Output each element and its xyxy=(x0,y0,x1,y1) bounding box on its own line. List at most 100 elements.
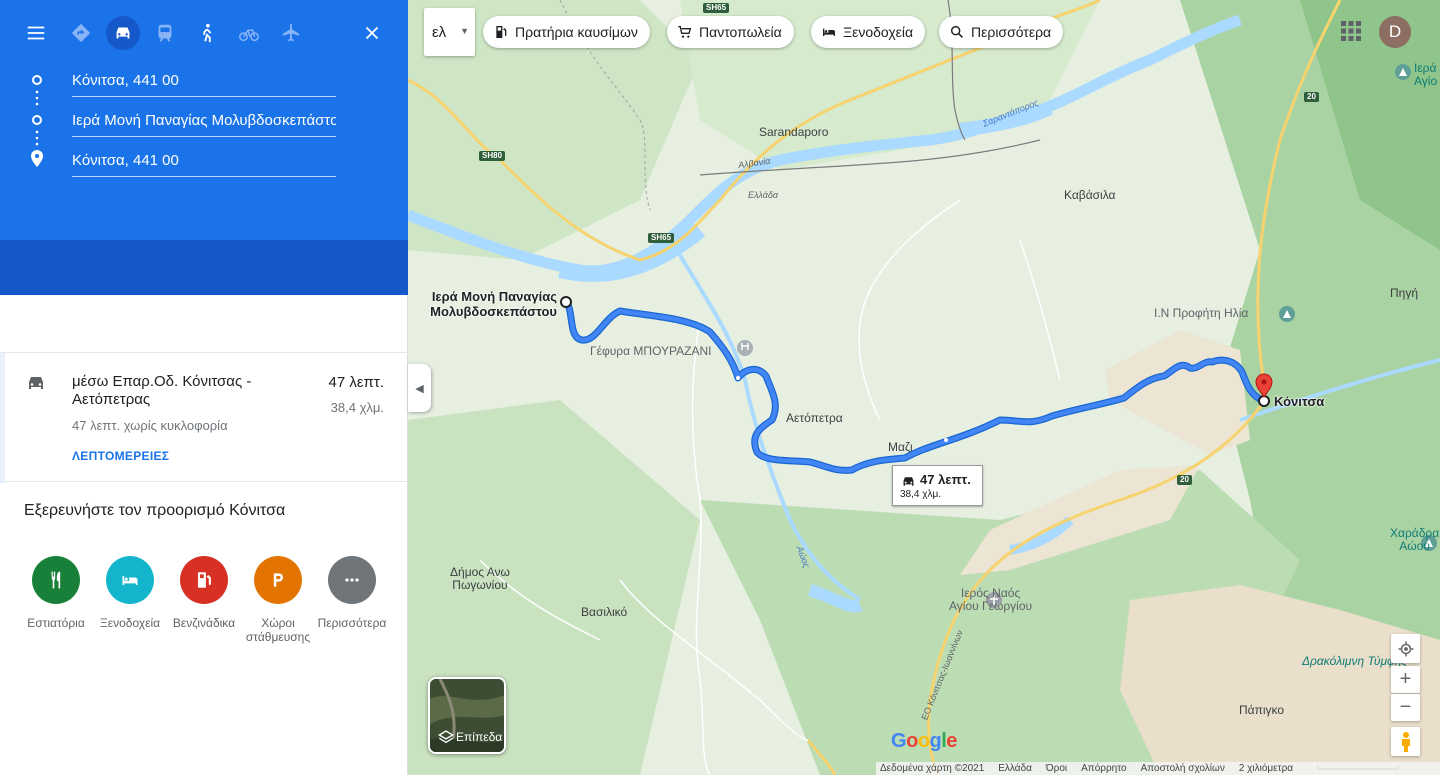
directions-panel: Κόνιτσα, 441 00 Ιερά Μονή Παναγίας Μολυβ… xyxy=(0,0,408,775)
cart-icon xyxy=(678,26,692,38)
bike-icon[interactable] xyxy=(232,16,266,50)
chip-label: Πρατήρια καυσίμων xyxy=(515,24,638,40)
category-label: Βενζινάδικα xyxy=(172,616,236,630)
category-label: Ξενοδοχεία xyxy=(99,616,161,630)
apps-grid-icon[interactable] xyxy=(1340,20,1362,42)
layers-label: Επίπεδα xyxy=(456,730,503,744)
language-label: ελ xyxy=(432,24,447,41)
monastery-label[interactable]: Ιερά Μονή Παναγίας Μολυβδοσκεπάστου xyxy=(429,289,557,319)
charadra-label-line: Αώου xyxy=(1399,539,1430,553)
profiti-ilia-label[interactable]: Ι.Ν Προφήτη Ηλία xyxy=(1154,306,1248,320)
category-hotels[interactable]: Ξενοδοχεία xyxy=(90,556,170,630)
street-view-pegman[interactable] xyxy=(1391,727,1420,756)
menu-icon[interactable] xyxy=(19,16,53,50)
privacy-link[interactable]: Απόρρητο xyxy=(1081,763,1126,774)
chip-label: Περισσότερα xyxy=(971,24,1052,40)
chip-gas-stations[interactable]: Πρατήρια καυσίμων xyxy=(483,16,650,48)
country-link[interactable]: Ελλάδα xyxy=(998,763,1032,774)
chip-label: Παντοπωλεία xyxy=(699,24,782,40)
collapse-panel-button[interactable]: ◀ xyxy=(408,364,431,412)
close-icon[interactable] xyxy=(355,16,389,50)
minus-icon: − xyxy=(1399,696,1412,718)
destination-field[interactable]: Κόνιτσα, 441 00 xyxy=(72,151,336,177)
category-restaurants[interactable]: Εστιατόρια xyxy=(16,556,96,630)
road-shield: SH80 xyxy=(479,151,506,161)
search-icon xyxy=(950,25,963,38)
category-parking[interactable]: Χώροι στάθμευσης xyxy=(238,556,318,644)
car-icon[interactable] xyxy=(106,16,140,50)
category-label: Εστιατόρια xyxy=(27,616,85,630)
charadra-label[interactable]: Χαράδρα Αώου xyxy=(1390,527,1439,553)
bridge-icon[interactable] xyxy=(737,340,753,356)
transit-icon[interactable] xyxy=(148,16,182,50)
ieras-label-line: Αγίο xyxy=(1414,74,1438,88)
map-footer: Δεδομένα χάρτη ©2021 Ελλάδα Όροι Απόρρητ… xyxy=(876,762,1440,775)
hotel-icon xyxy=(823,28,835,36)
chip-groceries[interactable]: Παντοπωλεία xyxy=(667,16,794,48)
road-shield: SH65 xyxy=(703,3,730,13)
category-more[interactable]: Περισσότερα xyxy=(312,556,392,630)
route-details-link[interactable]: ΛΕΠΤΟΜΕΡΕΙΕΣ xyxy=(72,449,169,463)
layers-icon xyxy=(438,730,454,744)
waypoint-field[interactable]: Ιερά Μονή Παναγίας Μολυβδοσκεπάστου xyxy=(72,111,336,137)
gas-icon xyxy=(496,26,507,38)
map-data-credit: Δεδομένα χάρτη ©2021 xyxy=(880,763,985,774)
language-selector[interactable]: ελ ▼ xyxy=(424,8,475,56)
ieras-label[interactable]: Ιερά Αγίο xyxy=(1414,62,1437,88)
my-location-button[interactable] xyxy=(1391,634,1420,663)
origin-field[interactable]: Κόνιτσα, 441 00 xyxy=(72,71,336,97)
monastery-label-line: Ιερά Μονή Παναγίας xyxy=(431,289,557,304)
ellada-label: Ελλάδα xyxy=(748,190,779,200)
hotel-icon xyxy=(106,556,154,604)
gas-icon xyxy=(180,556,228,604)
road-shield: 20 xyxy=(1177,475,1192,485)
route-option[interactable]: μέσω Επαρ.Οδ. Κόνιτσας - Αετόπετρας 47 λ… xyxy=(0,352,408,483)
category-gas[interactable]: Βενζινάδικα xyxy=(164,556,244,630)
callout-distance: 38,4 χλμ. xyxy=(900,489,942,500)
avatar[interactable]: D xyxy=(1379,16,1411,48)
car-icon xyxy=(903,477,914,486)
terms-link[interactable]: Όροι xyxy=(1046,763,1067,774)
kavasila-label: Καβάσιλα xyxy=(1064,188,1116,202)
google-logo: Google xyxy=(891,730,957,752)
directions-header: Κόνιτσα, 441 00 Ιερά Μονή Παναγίας Μολυβ… xyxy=(0,0,408,240)
church-label[interactable]: Ιερός Ναός Αγίου Γεωργίου xyxy=(949,587,1032,613)
best-route-icon[interactable] xyxy=(64,16,98,50)
layers-button[interactable]: Επίπεδα xyxy=(428,677,506,754)
car-icon xyxy=(29,377,43,389)
bridge-label[interactable]: Γέφυρα ΜΠΟΥΡΑΖΑΝΙ xyxy=(590,344,711,358)
sarandaporo-label: Sarandaporo xyxy=(759,125,829,139)
road-shield: SH65 xyxy=(648,233,675,243)
explore-title: Εξερευνήστε τον προορισμό Κόνιτσα xyxy=(24,502,286,519)
mazi-label: Μαζι xyxy=(888,440,913,454)
plus-icon: + xyxy=(1399,668,1412,690)
church-label-line: Αγίου Γεωργίου xyxy=(949,599,1033,613)
vasiliko-label: Βασιλικό xyxy=(581,605,628,619)
feedback-link[interactable]: Αποστολή σχολίων xyxy=(1141,763,1225,774)
zoom-in-button[interactable]: + xyxy=(1391,666,1420,693)
waypoint-markers xyxy=(31,75,43,167)
category-label: Περισσότερα xyxy=(317,616,387,630)
chip-hotels[interactable]: Ξενοδοχεία xyxy=(811,16,926,48)
walk-icon[interactable] xyxy=(190,16,224,50)
start-marker[interactable] xyxy=(560,296,572,308)
scale-label[interactable]: 2 χιλιόμετρα xyxy=(1239,763,1293,774)
flight-icon[interactable] xyxy=(274,16,308,50)
monastery-label-line: Μολυβδοσκεπάστου xyxy=(430,304,557,319)
zoom-out-button[interactable]: − xyxy=(1391,694,1420,721)
dimos-label: Δήμος Ανω Πωγωνίου xyxy=(450,566,510,592)
my-location-icon xyxy=(1398,641,1413,656)
travel-mode-bar xyxy=(0,16,408,50)
map-canvas[interactable]: Ιερά Μονή Παναγίας Μολυβδοσκεπάστου Κόνι… xyxy=(408,0,1440,775)
chip-label: Ξενοδοχεία xyxy=(843,24,914,40)
chip-more[interactable]: Περισσότερα xyxy=(939,16,1064,48)
route-time: 47 λεπτ. xyxy=(328,374,384,391)
konitsa-label[interactable]: Κόνιτσα xyxy=(1274,394,1324,409)
header-bottom-band xyxy=(0,240,408,295)
dropdown-caret-icon: ▼ xyxy=(460,26,469,36)
route-distance: 38,4 χλμ. xyxy=(330,400,384,415)
parking-icon xyxy=(254,556,302,604)
route-title: μέσω Επαρ.Οδ. Κόνιτσας - Αετόπετρας xyxy=(72,373,252,408)
pegman-icon xyxy=(1401,731,1410,752)
route-info-callout[interactable]: 47 λεπτ. 38,4 χλμ. xyxy=(892,465,983,506)
